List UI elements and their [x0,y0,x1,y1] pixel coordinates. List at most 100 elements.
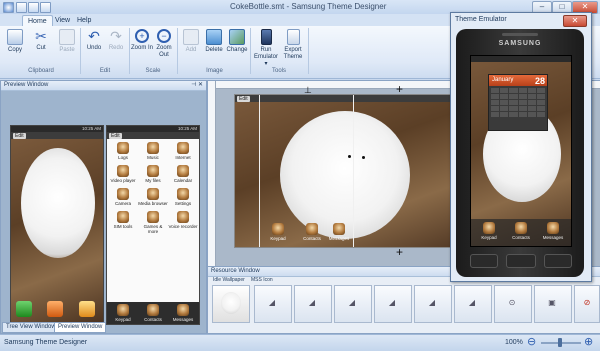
run-emulator-button[interactable]: Run Emulator ▾ [253,29,279,68]
preview-menu-screen[interactable]: 10:25 AM Edit Logs Music Internet Video … [106,125,200,325]
tab-tree-view-window[interactable]: Tree View Window [2,322,60,333]
group-separator [80,28,81,74]
zoom-out-button[interactable]: − Zoom Out [153,29,175,59]
menu-item[interactable]: Internet [168,141,198,162]
crosshair-marker[interactable]: + [396,246,403,258]
menu-item[interactable]: Games & more [138,210,168,234]
dock-item[interactable]: Keypad [268,222,288,243]
resource-item[interactable]: ◢ [454,285,492,323]
menu-dock: Keypad Contacts Messages [107,302,199,324]
calendar-widget[interactable]: January 28 [488,74,548,131]
pin-icon[interactable]: ⊣ ✕ [191,81,206,90]
resource-item[interactable]: ⊘ [574,285,600,323]
tab-home[interactable]: Home [22,15,53,26]
dock-item[interactable]: Contacts [506,221,536,242]
home-key[interactable] [506,254,536,268]
delete-image-icon [206,29,222,45]
copy-icon [7,29,23,45]
menu-item[interactable]: Media browser [138,187,168,208]
cut-button[interactable]: ✂ Cut [30,29,52,52]
messages-icon[interactable] [79,301,95,317]
crosshair-marker[interactable]: + [396,83,403,95]
copy-button[interactable]: Copy [4,29,26,54]
end-key[interactable] [544,254,572,268]
softkey-edit[interactable]: Edit [237,95,250,102]
preview-window-header: Preview Window ⊣ ✕ [1,81,206,91]
paste-button[interactable]: Paste [56,29,78,54]
export-theme-button[interactable]: Export Theme [281,29,305,61]
resource-item-idle-wallpaper[interactable] [212,285,250,323]
emulator-screen[interactable]: January 28 Keypad Contacts Messages [470,55,572,247]
resource-item[interactable]: ◢ [374,285,412,323]
dock-item[interactable]: Keypad [474,221,504,242]
change-image-icon [229,29,245,45]
menu-item[interactable]: Music [138,141,168,162]
cut-icon: ✂ [35,28,47,44]
add-image-button[interactable]: Add [181,29,201,54]
resource-item[interactable]: ▣ [534,285,572,323]
theme-emulator-window[interactable]: Theme Emulator ✕ SAMSUNG January 28 Keyp… [450,12,592,282]
calendar-month: January [492,77,514,83]
dog-icon [177,165,189,177]
zoom-slider-thumb[interactable] [558,338,562,347]
contacts-icon[interactable] [47,301,63,317]
resource-item[interactable]: ◢ [294,285,332,323]
resource-item[interactable]: ⊙ [494,285,532,323]
menu-item[interactable]: Messages [168,303,198,324]
dog-icon [547,222,559,234]
resource-item[interactable]: ◢ [254,285,292,323]
menu-item[interactable]: Contacts [138,303,168,324]
resource-item[interactable]: ◢ [414,285,452,323]
dog-icon [147,304,159,316]
status-bar-app: Samsung Theme Designer 100% ⊖ ⊕ [0,334,600,351]
redo-button[interactable]: ↷ Redo [105,29,127,52]
menu-item[interactable]: Settings [168,187,198,208]
dog-icon [147,211,159,223]
menu-item[interactable]: Calendar [168,164,198,185]
zoom-in-button[interactable]: + Zoom In [131,29,153,52]
menu-item[interactable]: Video player [108,164,138,185]
menu-item[interactable]: SIM tools [108,210,138,231]
delete-image-button[interactable]: Delete [203,29,225,54]
change-image-button[interactable]: Change [226,29,248,54]
zoom-in-icon[interactable]: ⊕ [584,336,593,348]
menu-item[interactable]: Voice recorder [168,210,198,231]
dog-icon [117,142,129,154]
dock-item[interactable]: Messages [328,222,350,243]
zoom-out-icon[interactable]: ⊖ [527,336,536,348]
call-key[interactable] [470,254,498,268]
quick-access-new-icon[interactable] [16,2,27,13]
dog-icon [333,223,345,235]
softkey-edit[interactable]: Edit [13,132,26,139]
emulator-close-button[interactable]: ✕ [563,15,587,27]
preview-idle-screen[interactable]: 10:25 AM Edit [10,125,104,325]
softkey-bar: Edit [11,132,103,139]
phone-body: SAMSUNG January 28 Keypad Contacts Messa… [456,29,584,277]
guide-line[interactable] [353,95,354,247]
no-sign-icon: ⊘ [583,298,591,307]
tab-help[interactable]: Help [72,15,96,26]
tab-preview-window[interactable]: Preview Window [54,322,107,333]
menu-item[interactable]: Logs [108,141,138,162]
group-label-clipboard: Clipboard [28,68,54,74]
dog-icon [117,304,129,316]
undo-button[interactable]: ↶ Undo [83,29,105,52]
dock-item[interactable]: Contacts [301,222,323,243]
resource-item[interactable]: ◢ [334,285,372,323]
menu-item[interactable]: Camera [108,187,138,208]
quick-access-save-icon[interactable] [40,2,51,13]
menu-item[interactable]: My files [138,164,168,185]
menu-item[interactable]: Keypad [108,303,138,324]
canvas-screen[interactable]: Edit Keypad Contacts Messages [234,94,486,248]
redo-icon: ↷ [110,28,122,44]
phone-icon[interactable] [16,301,32,317]
preview-window-title: Preview Window [4,82,49,88]
dock-item[interactable]: Messages [538,221,568,242]
dog-thumb [221,292,241,314]
quick-access-open-icon[interactable] [28,2,39,13]
dog-eye [348,155,351,158]
signal-icon: ◢ [428,298,436,307]
softkey-edit[interactable]: Edit [109,132,122,139]
guide-line[interactable] [259,95,260,247]
anchor-marker[interactable]: ⊥ [304,85,312,95]
